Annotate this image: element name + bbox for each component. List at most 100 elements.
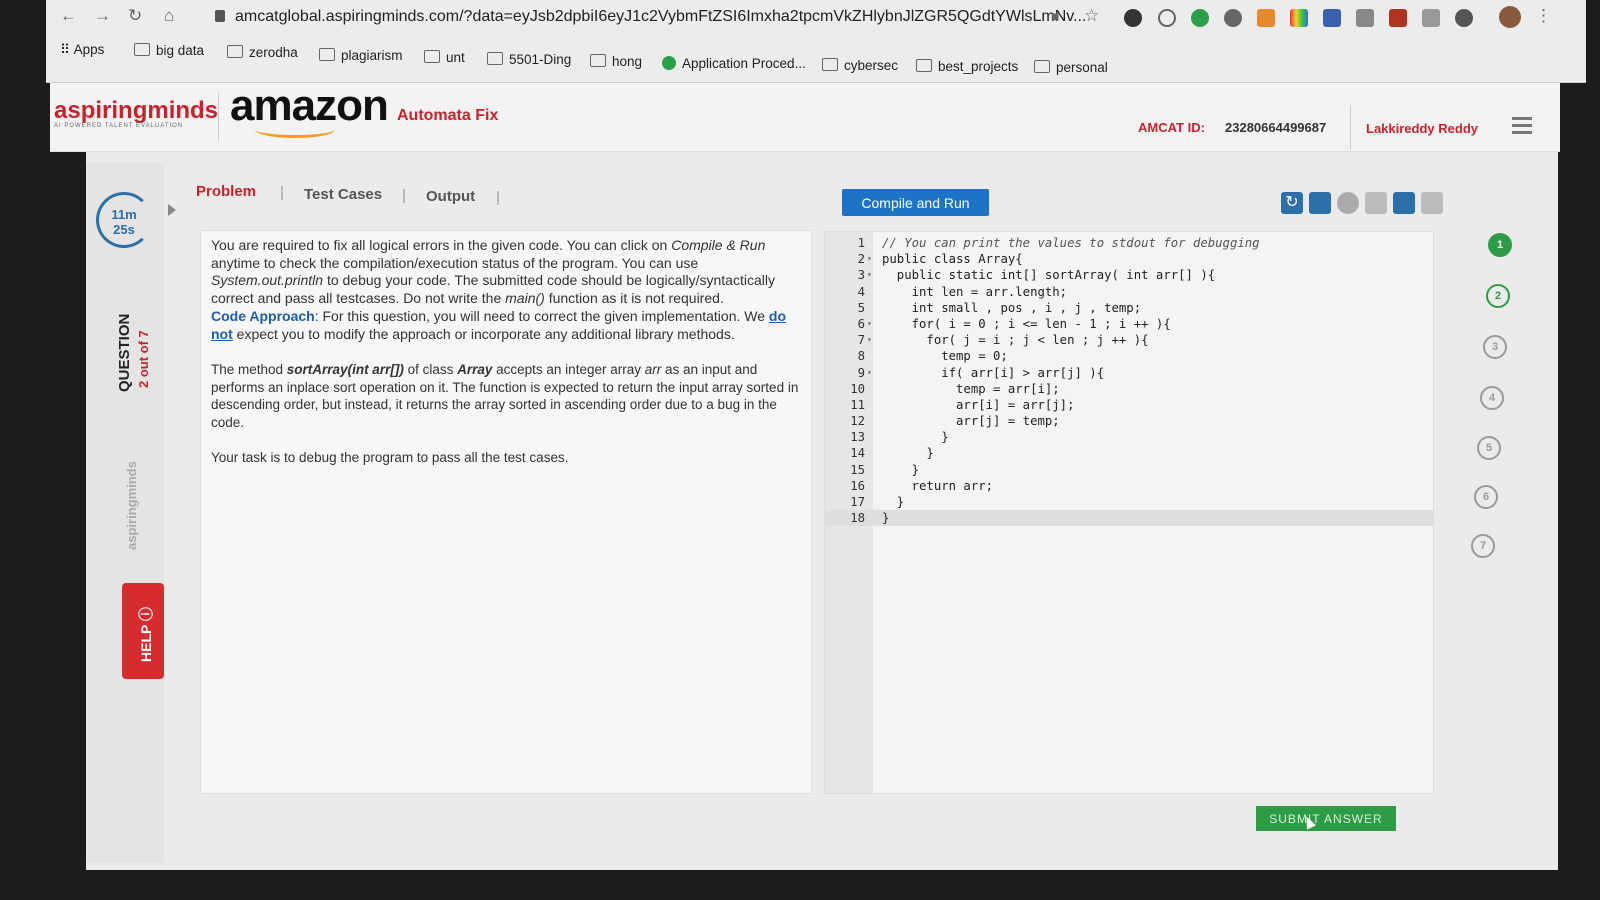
extension-icon[interactable] xyxy=(1224,9,1242,27)
code-line[interactable]: 13 } xyxy=(825,429,1433,445)
bookmark-personal[interactable]: personal xyxy=(1034,60,1108,75)
submit-answer-button[interactable]: SUBMIT ANSWER xyxy=(1256,806,1396,831)
reload-icon[interactable]: ↻ xyxy=(128,6,142,26)
code-text[interactable]: } xyxy=(882,429,948,445)
code-text[interactable]: public class Array{ xyxy=(882,251,1023,267)
bookmark-big-data[interactable]: big data xyxy=(134,43,204,58)
code-line[interactable]: 12 arr[j] = temp; xyxy=(825,413,1433,429)
line-number: 12 xyxy=(850,414,865,429)
expand-sidebar-icon[interactable] xyxy=(168,204,176,216)
code-text[interactable]: arr[j] = temp; xyxy=(882,413,1060,429)
fold-arrow-icon[interactable]: ▾ xyxy=(867,316,872,332)
question-nav-2[interactable]: 2 xyxy=(1486,284,1510,308)
question-nav-5[interactable]: 5 xyxy=(1477,436,1501,460)
code-line[interactable]: 14 } xyxy=(825,445,1433,461)
code-text[interactable]: for( j = i ; j < len ; j ++ ){ xyxy=(882,332,1148,348)
user-name[interactable]: Lakkireddy Reddy xyxy=(1366,121,1478,136)
code-text[interactable]: } xyxy=(882,462,919,478)
save-icon[interactable] xyxy=(1309,192,1331,214)
code-text[interactable]: arr[i] = arr[j]; xyxy=(882,397,1074,413)
code-line[interactable]: 5 int small , pos , i , j , temp; xyxy=(825,300,1433,316)
code-text[interactable]: // You can print the values to stdout fo… xyxy=(882,235,1260,251)
code-line[interactable]: 15 } xyxy=(825,462,1433,478)
code-line[interactable]: 2 ▾ public class Array{ xyxy=(825,251,1433,267)
fold-arrow-icon[interactable]: ▾ xyxy=(867,251,872,267)
question-nav-4[interactable]: 4 xyxy=(1480,386,1504,410)
extension-icon[interactable] xyxy=(1124,9,1142,27)
fold-arrow-icon[interactable]: ▾ xyxy=(867,332,872,348)
question-nav-6[interactable]: 6 xyxy=(1474,485,1498,509)
bookmark-plagiarism[interactable]: plagiarism xyxy=(319,48,403,63)
code-text[interactable]: if( arr[i] > arr[j] ){ xyxy=(882,365,1104,381)
bookmark-cybersec[interactable]: cybersec xyxy=(822,58,898,73)
bookmark-zerodha[interactable]: zerodha xyxy=(227,45,298,60)
code-text[interactable]: } xyxy=(882,510,889,526)
code-text[interactable]: temp = arr[i]; xyxy=(882,381,1060,397)
code-lines[interactable]: 1 // You can print the values to stdout f… xyxy=(825,235,1433,527)
reset-icon[interactable]: ↻ xyxy=(1281,192,1303,214)
layout-bottom-icon[interactable] xyxy=(1393,192,1415,214)
bookmark-hong[interactable]: hong xyxy=(590,54,642,69)
bookmark-apps[interactable]: ⠿ Apps xyxy=(60,42,104,58)
code-line[interactable]: 9 ▾ if( arr[i] > arr[j] ){ xyxy=(825,365,1433,381)
extension-icon[interactable] xyxy=(1455,9,1473,27)
bookmark-unt[interactable]: unt xyxy=(424,50,465,65)
fold-arrow-icon[interactable]: ▾ xyxy=(867,365,872,381)
compile-run-button[interactable]: Compile and Run xyxy=(842,189,989,216)
back-icon[interactable]: ← xyxy=(60,6,77,26)
extension-icon[interactable] xyxy=(1356,9,1374,27)
code-line[interactable]: 3 ▾ public static int[] sortArray( int ar… xyxy=(825,267,1433,283)
code-line[interactable]: 7 ▾ for( j = i ; j < len ; j ++ ){ xyxy=(825,332,1433,348)
menu-dots-icon[interactable]: ⋮ xyxy=(1535,6,1552,26)
code-text[interactable]: } xyxy=(882,494,904,510)
fold-arrow-icon[interactable]: ▾ xyxy=(867,267,872,283)
bookmark-5501-ding[interactable]: 5501-Ding xyxy=(487,52,571,67)
code-text[interactable]: public static int[] sortArray( int arr[]… xyxy=(882,267,1215,283)
camera-icon[interactable]: ■ xyxy=(1051,8,1059,24)
extension-icon[interactable] xyxy=(1422,9,1440,27)
bookmark-star-icon[interactable]: ☆ xyxy=(1084,6,1099,26)
profile-avatar[interactable] xyxy=(1499,6,1521,28)
line-number: 3 xyxy=(857,268,865,283)
code-editor[interactable]: 1 // You can print the values to stdout f… xyxy=(824,231,1434,794)
code-line[interactable]: 8 temp = 0; xyxy=(825,348,1433,364)
extension-icon[interactable] xyxy=(1257,9,1275,27)
code-text[interactable]: temp = 0; xyxy=(882,348,1008,364)
extension-icon[interactable] xyxy=(1389,9,1407,27)
tab-test-cases[interactable]: Test Cases xyxy=(304,186,382,203)
url-field[interactable]: amcatglobal.aspiringminds.com/?data=eyJs… xyxy=(235,8,1086,26)
tab-problem[interactable]: Problem xyxy=(196,183,256,200)
layout-split-icon[interactable] xyxy=(1365,192,1387,214)
question-nav-7[interactable]: 7 xyxy=(1471,534,1495,558)
question-nav-3[interactable]: 3 xyxy=(1483,335,1507,359)
home-icon[interactable]: ⌂ xyxy=(164,6,174,26)
tab-output[interactable]: Output xyxy=(426,188,475,205)
code-line[interactable]: 6 ▾ for( i = 0 ; i <= len - 1 ; i ++ ){ xyxy=(825,316,1433,332)
layout-side-icon[interactable] xyxy=(1421,192,1443,214)
code-text[interactable]: int small , pos , i , j , temp; xyxy=(882,300,1142,316)
forward-icon[interactable]: → xyxy=(94,6,111,26)
extension-icon[interactable] xyxy=(1323,9,1341,27)
code-text[interactable]: for( i = 0 ; i <= len - 1 ; i ++ ){ xyxy=(882,316,1171,332)
code-line[interactable]: 18} xyxy=(825,510,1433,527)
code-line[interactable]: 10 temp = arr[i]; xyxy=(825,381,1433,397)
code-line[interactable]: 1 // You can print the values to stdout f… xyxy=(825,235,1433,251)
theme-icon[interactable] xyxy=(1337,192,1359,214)
bookmark-application[interactable]: Application Proced... xyxy=(662,56,806,71)
line-number: 10 xyxy=(850,381,865,396)
code-text[interactable]: int len = arr.length; xyxy=(882,284,1067,300)
code-text[interactable]: return arr; xyxy=(882,478,993,494)
question-nav-1[interactable]: 1 xyxy=(1488,233,1512,257)
folder-icon xyxy=(227,45,243,58)
code-line[interactable]: 4 int len = arr.length; xyxy=(825,284,1433,300)
hamburger-menu-icon[interactable] xyxy=(1512,117,1532,138)
extension-icon[interactable] xyxy=(1290,9,1308,27)
grammarly-icon[interactable] xyxy=(1191,9,1209,27)
bookmark-best-projects[interactable]: best_projects xyxy=(916,59,1018,74)
code-line[interactable]: 11 arr[i] = arr[j]; xyxy=(825,397,1433,413)
code-line[interactable]: 16 return arr; xyxy=(825,478,1433,494)
line-number: 8 xyxy=(857,349,865,364)
extension-icon[interactable] xyxy=(1158,9,1176,27)
code-text[interactable]: } xyxy=(882,445,933,461)
code-line[interactable]: 17 } xyxy=(825,494,1433,510)
